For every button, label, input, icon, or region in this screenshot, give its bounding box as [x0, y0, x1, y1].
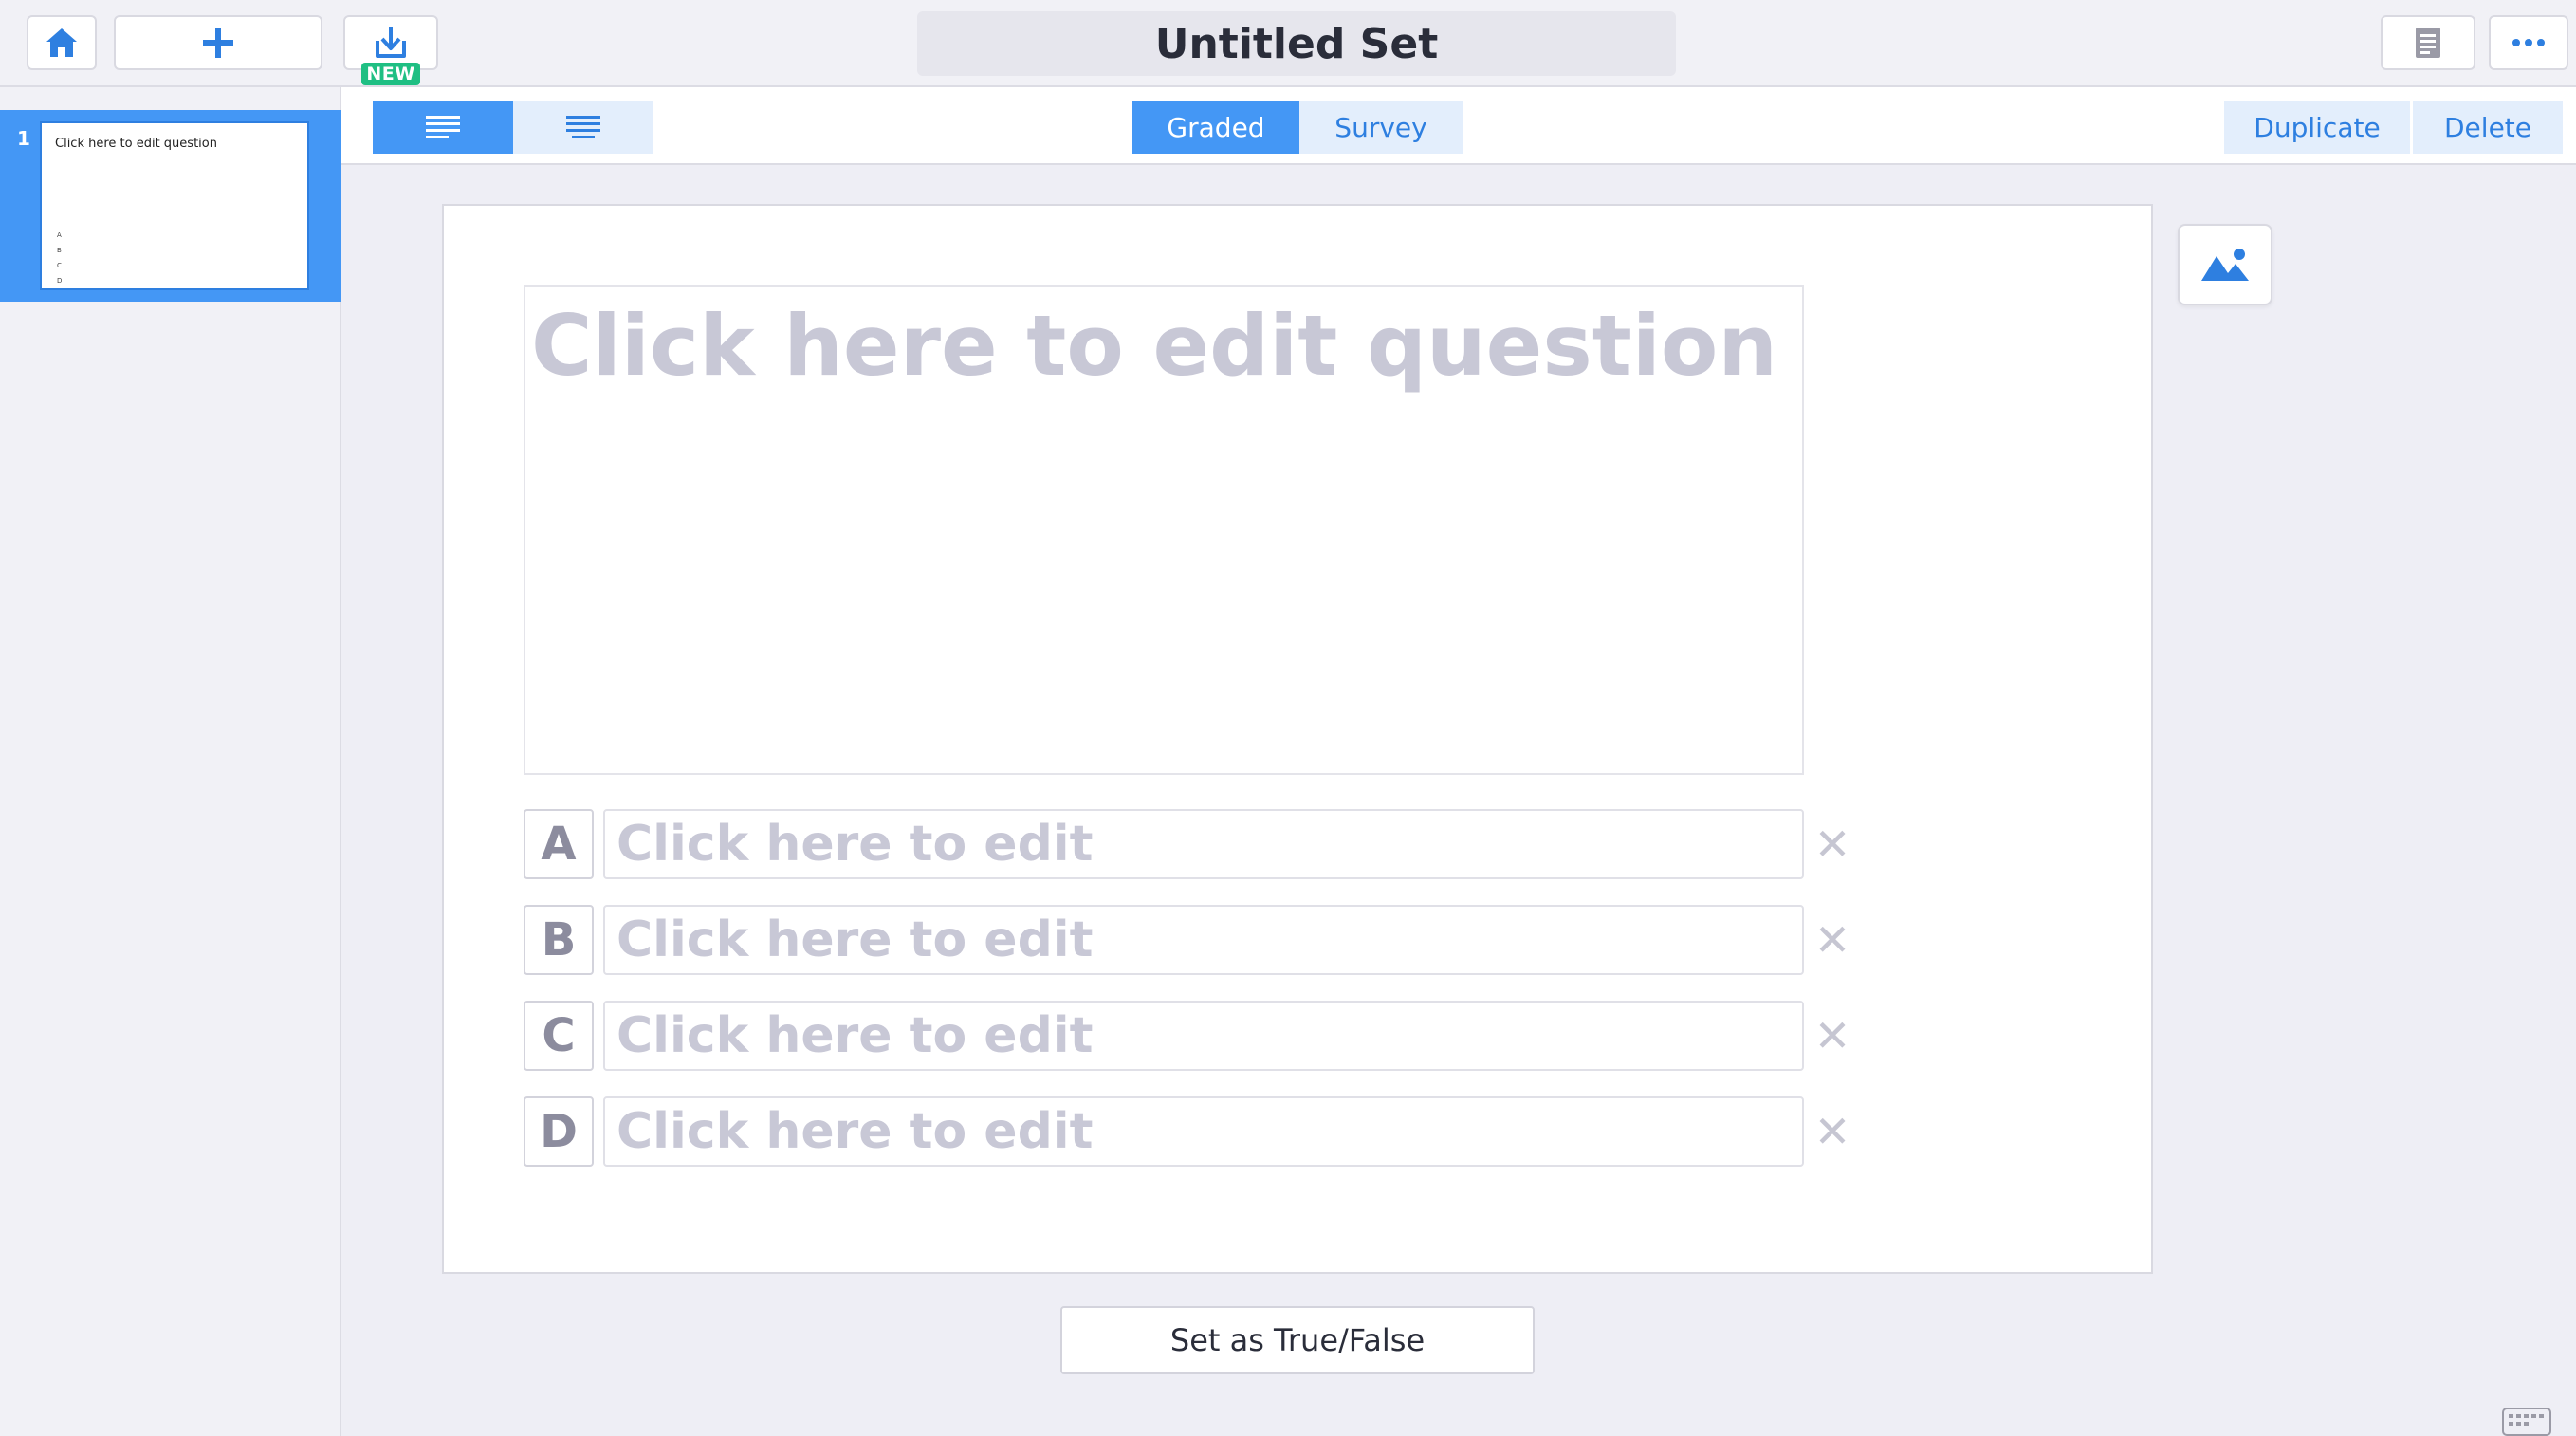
set-true-false-button[interactable]: Set as True/False: [1060, 1306, 1535, 1374]
option-input-c[interactable]: Click here to edit: [603, 1001, 1804, 1071]
ellipsis-icon: [2512, 39, 2545, 46]
remove-option-b-icon[interactable]: ✕: [1813, 905, 1851, 975]
option-letter-a[interactable]: A: [524, 809, 594, 879]
remove-option-c-icon[interactable]: ✕: [1813, 1001, 1851, 1071]
slide-sidebar: 1 Click here to edit question A B C D: [0, 87, 341, 1436]
top-bar: NEW Untitled Set: [0, 0, 2576, 87]
download-icon: [376, 27, 406, 58]
plus-icon: [203, 28, 233, 58]
option-letter-d[interactable]: D: [524, 1096, 594, 1167]
more-options-button[interactable]: [2489, 15, 2568, 70]
question-placeholder: Click here to edit question: [531, 297, 1778, 395]
thumbnail-option: A: [57, 231, 62, 239]
home-button[interactable]: [27, 15, 97, 70]
thumbnail-option: C: [57, 262, 62, 269]
new-badge: NEW: [361, 63, 420, 85]
slide-thumbnail-item[interactable]: 1 Click here to edit question A B C D: [0, 110, 341, 302]
option-letter-c[interactable]: C: [524, 1001, 594, 1071]
align-center-button[interactable]: [513, 101, 653, 154]
remove-option-d-icon[interactable]: ✕: [1813, 1096, 1851, 1167]
set-title[interactable]: Untitled Set: [917, 11, 1676, 76]
align-left-icon: [426, 116, 460, 138]
document-icon: [2416, 28, 2440, 58]
keyboard-icon[interactable]: [2502, 1408, 2551, 1436]
option-input-d[interactable]: Click here to edit: [603, 1096, 1804, 1167]
slide-thumbnail[interactable]: Click here to edit question A B C D: [40, 121, 309, 290]
duplicate-button[interactable]: Duplicate: [2224, 101, 2410, 154]
option-letter-b[interactable]: B: [524, 905, 594, 975]
thumbnail-option: D: [57, 277, 63, 285]
option-input-b[interactable]: Click here to edit: [603, 905, 1804, 975]
thumbnail-question: Click here to edit question: [55, 137, 217, 151]
option-input-a[interactable]: Click here to edit: [603, 809, 1804, 879]
add-image-button[interactable]: [2178, 224, 2272, 305]
remove-option-a-icon[interactable]: ✕: [1813, 809, 1851, 879]
notes-button[interactable]: [2381, 15, 2475, 70]
home-icon: [46, 28, 77, 57]
delete-button[interactable]: Delete: [2413, 101, 2563, 154]
tab-graded[interactable]: Graded: [1132, 101, 1299, 154]
thumbnail-option: B: [57, 247, 62, 254]
align-center-icon: [566, 116, 600, 138]
tab-survey[interactable]: Survey: [1299, 101, 1463, 154]
align-left-button[interactable]: [373, 101, 513, 154]
add-question-button[interactable]: [114, 15, 322, 70]
question-toolbar: Graded Survey Duplicate Delete: [341, 87, 2576, 165]
question-editor[interactable]: Click here to edit question: [524, 285, 1804, 775]
slide-number: 1: [17, 127, 30, 150]
image-icon: [2201, 249, 2249, 281]
